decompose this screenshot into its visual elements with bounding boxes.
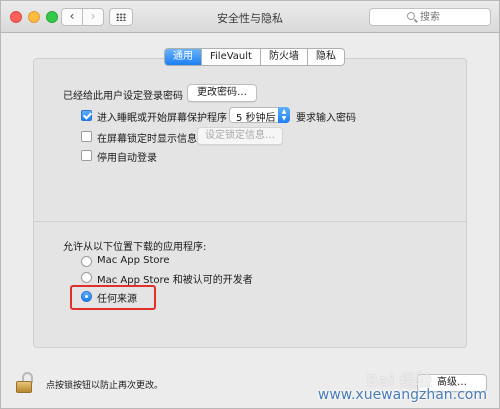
titlebar: ‹ › 安全性与隐私 [1, 1, 499, 33]
tab-filevault[interactable]: FileVault [202, 49, 261, 65]
password-delay-select[interactable]: 5 秒钟后 ▲ ▼ [229, 107, 290, 124]
radio-identified-developers[interactable] [81, 272, 92, 283]
option-anywhere-label: 任何来源 [97, 294, 137, 305]
downloads-heading: 允许从以下位置下载的应用程序: [63, 242, 207, 253]
login-password-text: 已经给此用户设定登录密码 [63, 91, 183, 102]
password-delay-value: 5 秒钟后 [236, 113, 276, 124]
disable-auto-login-label: 停用自动登录 [97, 153, 157, 164]
tab-privacy[interactable]: 隐私 [308, 49, 344, 65]
show-message-checkbox[interactable] [81, 131, 92, 142]
option-mac-app-store-label: Mac App Store [97, 255, 170, 266]
tab-general[interactable]: 通用 [165, 49, 202, 65]
require-password-label: 进入睡眠或开始屏幕保护程序 [97, 113, 227, 124]
updown-arrows-icon: ▲ ▼ [278, 107, 290, 123]
radio-mac-app-store[interactable] [81, 256, 92, 267]
site-watermark: www.xuewangzhan.com [317, 387, 487, 403]
tab-bar: 通用 FileVault 防火墙 隐私 [164, 48, 345, 66]
show-message-label: 在屏幕锁定时显示信息 [97, 134, 197, 145]
section-divider [34, 221, 466, 222]
search-input[interactable] [420, 11, 486, 24]
radio-anywhere[interactable] [81, 291, 92, 302]
lock-icon[interactable] [15, 372, 37, 394]
tab-firewall[interactable]: 防火墙 [261, 49, 308, 65]
disable-auto-login-checkbox[interactable] [81, 150, 92, 161]
set-lock-message-button[interactable]: 设定锁定信息… [197, 127, 283, 145]
search-field[interactable] [369, 8, 491, 26]
search-icon [407, 12, 415, 20]
change-password-button[interactable]: 更改密码… [187, 84, 257, 102]
require-password-suffix: 要求输入密码 [296, 113, 356, 124]
lock-hint-text: 点按锁按钮以防止再次更改。 [46, 381, 164, 391]
preferences-window: ‹ › 安全性与隐私 通用 FileVault 防火墙 隐私 已经给此用户设定登… [0, 0, 500, 409]
option-identified-developers-label: Mac App Store 和被认可的开发者 [97, 275, 253, 286]
require-password-checkbox[interactable] [81, 110, 92, 121]
